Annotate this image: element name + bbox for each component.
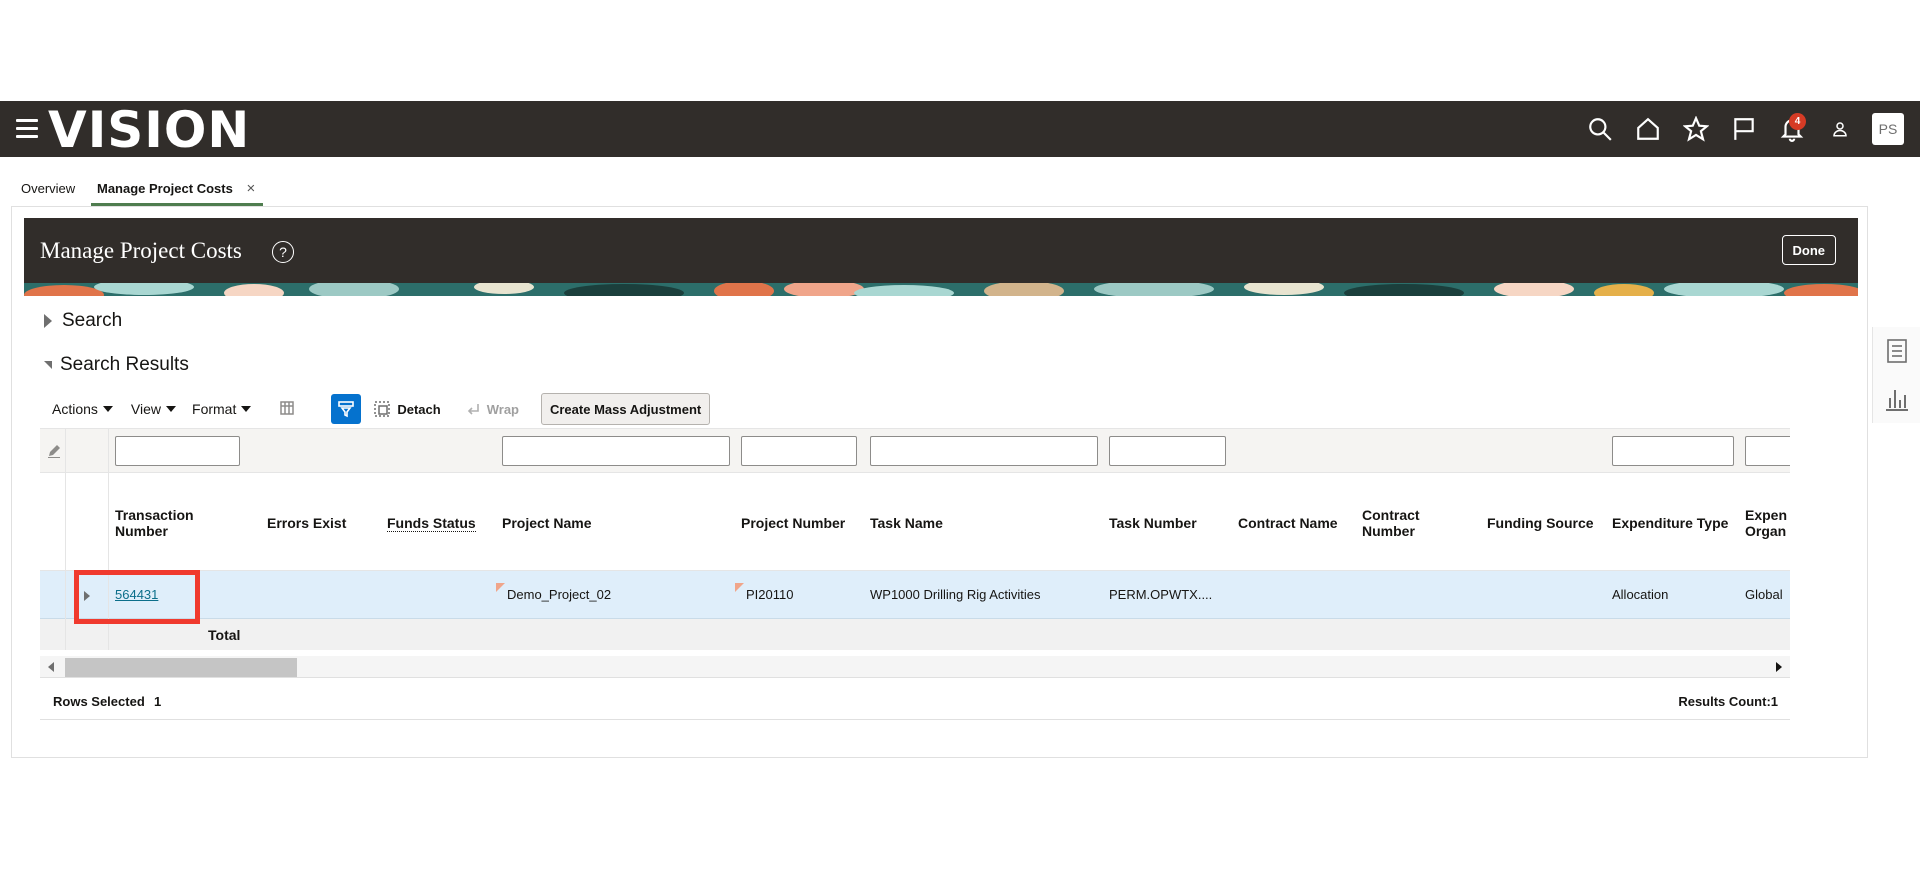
chevron-down-icon [102, 406, 113, 412]
favorites-star-icon[interactable] [1672, 101, 1720, 157]
actions-menu[interactable]: Actions [52, 401, 113, 417]
col-transaction-number[interactable]: Transaction Number [115, 507, 225, 539]
tab-manage-project-costs[interactable]: Manage Project Costs × [91, 170, 263, 206]
watchlist-flag-icon[interactable] [1720, 101, 1768, 157]
transaction-number-link[interactable]: 564431 [115, 587, 158, 602]
notification-badge: 4 [1789, 113, 1806, 130]
user-avatar[interactable]: PS [1872, 113, 1904, 145]
done-button[interactable]: Done [1781, 235, 1836, 265]
results-toolbar: Actions View Format Detach Wrap Create M… [52, 393, 711, 425]
filter-expenditure-type-input[interactable] [1612, 436, 1734, 466]
collapse-icon [44, 361, 52, 369]
results-count: Results Count:1 [1678, 694, 1778, 709]
cell-project-number: PI20110 [746, 587, 794, 602]
notifications-bell-icon[interactable]: 4 [1768, 101, 1816, 157]
view-menu-label: View [130, 401, 162, 417]
global-header: VISION 4 PS [0, 101, 1920, 157]
decorative-banner [24, 283, 1858, 296]
col-task-number[interactable]: Task Number [1109, 515, 1197, 531]
cell-expenditure-org: Global [1745, 587, 1783, 602]
cell-task-number: PERM.OPWTX.... [1109, 587, 1213, 602]
wrap-button[interactable]: Wrap [465, 401, 519, 417]
search-results-section-label: Search Results [60, 354, 189, 375]
col-errors-exist[interactable]: Errors Exist [267, 515, 346, 531]
scrollbar-thumb[interactable] [65, 658, 297, 677]
navigator-menu-icon[interactable] [16, 119, 38, 139]
table-row[interactable]: 564431 Demo_Project_02 PI20110 WP1000 Dr… [40, 571, 1790, 619]
filter-row [40, 428, 1790, 473]
wrap-label: Wrap [486, 401, 519, 417]
col-project-name[interactable]: Project Name [502, 515, 591, 531]
col-contract-name[interactable]: Contract Name [1238, 515, 1338, 531]
tab-overview-label: Overview [21, 181, 76, 196]
col-funding-source[interactable]: Funding Source [1487, 515, 1594, 531]
col-expenditure-type[interactable]: Expenditure Type [1612, 515, 1728, 531]
rows-selected-label: Rows Selected [53, 694, 145, 709]
cell-project-name: Demo_Project_02 [507, 587, 612, 602]
actions-menu-label: Actions [52, 401, 98, 417]
chevron-down-icon [241, 406, 252, 412]
scroll-right-icon[interactable] [1776, 662, 1782, 672]
clear-filter-icon[interactable] [46, 443, 62, 459]
help-icon[interactable]: ? [272, 241, 294, 263]
page-title: Manage Project Costs [40, 238, 242, 263]
search-section-toggle[interactable]: Search [44, 310, 122, 332]
filter-transaction-number-input[interactable] [115, 436, 240, 466]
detach-label: Detach [397, 401, 441, 417]
detach-icon [374, 401, 391, 417]
horizontal-scrollbar[interactable] [40, 656, 1790, 678]
freeze-columns-icon[interactable] [279, 400, 297, 418]
table-footer: Rows Selected 1 Results Count:1 [40, 686, 1790, 720]
create-mass-adjustment-button[interactable]: Create Mass Adjustment [540, 393, 711, 425]
row-expand-icon[interactable] [84, 591, 90, 601]
col-task-name[interactable]: Task Name [870, 515, 943, 531]
rows-selected-count: 1 [154, 694, 162, 709]
analytics-chart-icon[interactable] [1873, 375, 1920, 423]
home-icon[interactable] [1624, 101, 1672, 157]
col-funds-status[interactable]: Funds Status [387, 515, 476, 532]
scroll-left-icon[interactable] [48, 662, 54, 672]
side-panel [1872, 327, 1920, 423]
col-expenditure-org[interactable]: Expen Organ [1745, 507, 1790, 539]
filter-expenditure-org-input[interactable] [1745, 436, 1790, 466]
filter-task-name-input[interactable] [870, 436, 1098, 466]
filter-project-name-input[interactable] [502, 436, 730, 466]
tab-overview[interactable]: Overview [21, 170, 75, 206]
filter-task-number-input[interactable] [1109, 436, 1226, 466]
document-icon[interactable] [1873, 327, 1920, 375]
info-marker-icon [735, 583, 744, 592]
col-project-number[interactable]: Project Number [741, 515, 845, 531]
wrap-icon [467, 404, 479, 415]
view-menu[interactable]: View [130, 401, 177, 417]
expand-icon [44, 314, 52, 328]
search-results-section-toggle[interactable]: Search Results [44, 354, 189, 376]
header-icons: 4 PS [1576, 101, 1920, 157]
page-header: Manage Project Costs ? Done [24, 218, 1858, 296]
format-menu[interactable]: Format [192, 401, 252, 417]
total-label: Total [208, 627, 241, 643]
filter-project-number-input[interactable] [741, 436, 857, 466]
search-section-label: Search [62, 310, 123, 331]
detach-button[interactable]: Detach [373, 400, 441, 418]
tab-manage-project-costs-label: Manage Project Costs [97, 181, 233, 196]
project-costs-table: Transaction Number Errors Exist Funds St… [40, 428, 1790, 650]
vision-logo: VISION [48, 101, 251, 159]
search-icon[interactable] [1576, 101, 1624, 157]
col-contract-number[interactable]: Contract Number [1362, 507, 1442, 539]
chevron-down-icon [166, 406, 177, 412]
total-row: Total [40, 619, 1790, 650]
column-divider [65, 428, 66, 650]
table-header-row: Transaction Number Errors Exist Funds St… [40, 473, 1790, 571]
query-by-example-icon[interactable] [331, 394, 362, 424]
cell-task-name: WP1000 Drilling Rig Activities [870, 587, 1041, 602]
info-marker-icon [496, 583, 505, 592]
cell-expenditure-type: Allocation [1612, 587, 1669, 602]
close-tab-icon[interactable]: × [246, 180, 255, 197]
user-icon[interactable] [1816, 101, 1864, 157]
column-divider [108, 428, 109, 650]
format-menu-label: Format [192, 401, 237, 417]
page-tabs: Overview Manage Project Costs × [0, 170, 1920, 206]
